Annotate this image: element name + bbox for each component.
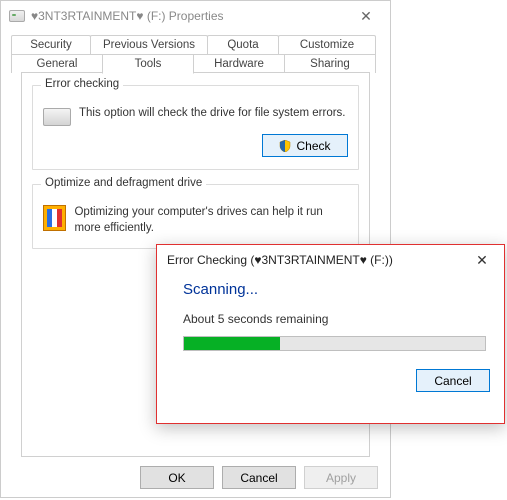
tab-tools[interactable]: Tools bbox=[102, 54, 194, 74]
check-button-label: Check bbox=[296, 139, 330, 153]
progress-fill bbox=[184, 337, 280, 350]
tab-customize[interactable]: Customize bbox=[278, 35, 376, 54]
dialog-title: Error Checking (♥3NT3RTAINMENT♥ (F:)) bbox=[167, 253, 393, 267]
dialog-buttons: OK Cancel Apply bbox=[140, 466, 378, 489]
apply-button: Apply bbox=[304, 466, 378, 489]
tab-previous-versions[interactable]: Previous Versions bbox=[90, 35, 208, 54]
drive-icon bbox=[9, 10, 25, 22]
group-label-defrag: Optimize and defragment drive bbox=[41, 177, 206, 189]
tab-security[interactable]: Security bbox=[11, 35, 91, 54]
group-defrag: Optimize and defragment drive Optimizing… bbox=[32, 184, 359, 249]
tab-hardware[interactable]: Hardware bbox=[193, 54, 285, 73]
shield-icon bbox=[279, 140, 291, 152]
hdd-icon bbox=[43, 108, 71, 126]
tab-general[interactable]: General bbox=[11, 54, 103, 73]
dialog-status: Scanning... bbox=[183, 281, 486, 298]
error-checking-dialog: Error Checking (♥3NT3RTAINMENT♥ (F:)) ✕ … bbox=[156, 244, 505, 424]
ok-button[interactable]: OK bbox=[140, 466, 214, 489]
titlebar: ♥3NT3RTAINMENT♥ (F:) Properties ✕ bbox=[1, 1, 390, 31]
dialog-remaining: About 5 seconds remaining bbox=[183, 312, 486, 326]
defrag-text: Optimizing your computer's drives can he… bbox=[74, 205, 348, 236]
dialog-titlebar: Error Checking (♥3NT3RTAINMENT♥ (F:)) ✕ bbox=[157, 245, 504, 275]
dialog-close-icon[interactable]: ✕ bbox=[462, 245, 502, 275]
window-title: ♥3NT3RTAINMENT♥ (F:) Properties bbox=[31, 9, 346, 23]
group-error-checking: Error checking This option will check th… bbox=[32, 85, 359, 170]
group-label-error-checking: Error checking bbox=[41, 78, 123, 90]
tab-row-front: General Tools Hardware Sharing bbox=[11, 54, 380, 73]
progress-bar bbox=[183, 336, 486, 351]
tab-quota[interactable]: Quota bbox=[207, 35, 279, 54]
error-check-text: This option will check the drive for fil… bbox=[79, 106, 346, 122]
defrag-icon bbox=[43, 205, 66, 231]
close-icon[interactable]: ✕ bbox=[346, 1, 386, 31]
dialog-cancel-button[interactable]: Cancel bbox=[416, 369, 490, 392]
tab-row-back: Security Previous Versions Quota Customi… bbox=[11, 35, 380, 54]
tab-sharing[interactable]: Sharing bbox=[284, 54, 376, 73]
check-button[interactable]: Check bbox=[262, 134, 348, 157]
cancel-button[interactable]: Cancel bbox=[222, 466, 296, 489]
